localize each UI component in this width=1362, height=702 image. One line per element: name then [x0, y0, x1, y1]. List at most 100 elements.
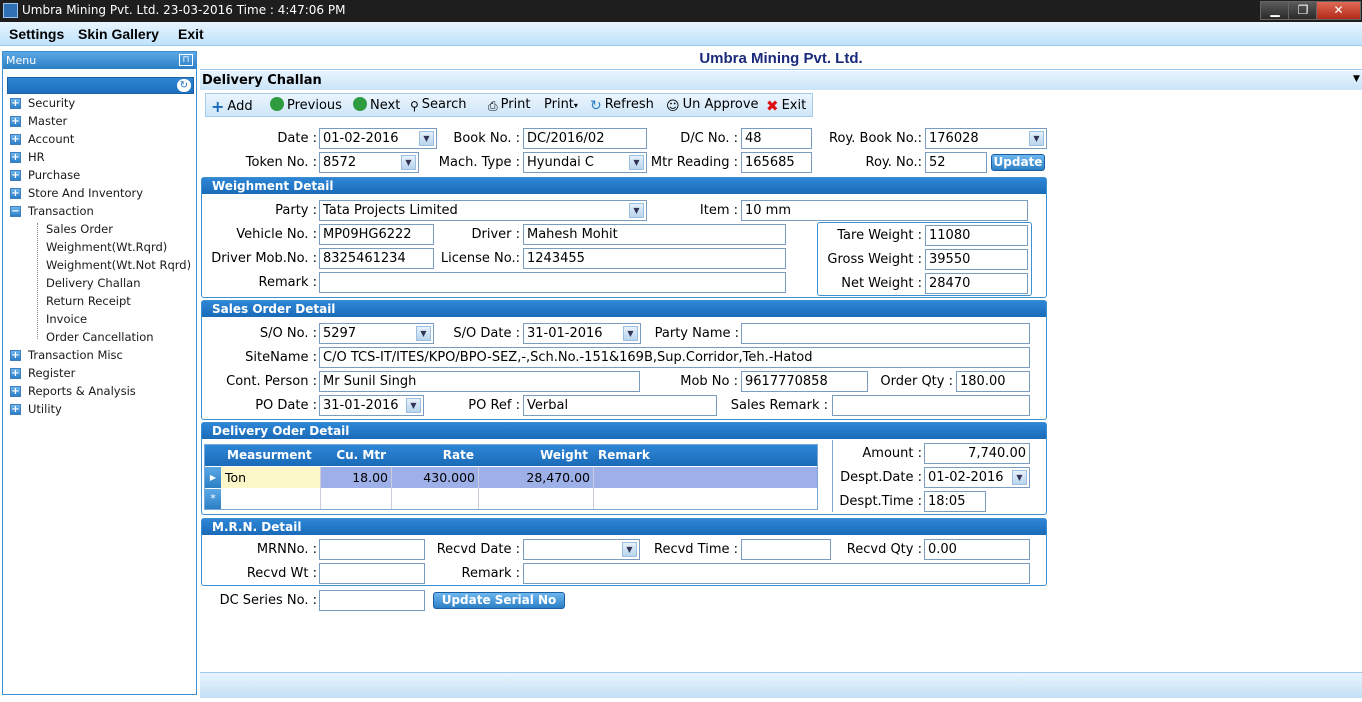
- sidebar-item-hr[interactable]: HR: [28, 150, 45, 164]
- mrn-no-field[interactable]: [319, 539, 425, 560]
- remark-field[interactable]: [319, 272, 786, 293]
- expand-icon[interactable]: +: [10, 188, 21, 199]
- amount-field[interactable]: 7,740.00: [924, 443, 1030, 464]
- pin-icon[interactable]: ⊓: [179, 54, 193, 66]
- cont-person-field[interactable]: Mr Sunil Singh: [319, 371, 640, 392]
- tare-weight-field[interactable]: 11080: [925, 225, 1028, 246]
- book-no-field[interactable]: DC/2016/02: [523, 128, 647, 149]
- expand-icon[interactable]: +: [10, 368, 21, 379]
- item-field[interactable]: 10 mm: [741, 200, 1028, 221]
- sidebar-item-register[interactable]: Register: [28, 366, 75, 380]
- search-button[interactable]: ⚲ Search: [410, 97, 466, 113]
- recvd-qty-field[interactable]: 0.00: [924, 539, 1030, 560]
- net-weight-field[interactable]: 28470: [925, 273, 1028, 294]
- expand-icon[interactable]: +: [10, 170, 21, 181]
- minimize-button[interactable]: ▁: [1260, 1, 1290, 20]
- recvd-wt-field[interactable]: [319, 563, 425, 584]
- search-icon[interactable]: ↻: [177, 79, 191, 92]
- roy-no-field[interactable]: 52: [925, 152, 987, 173]
- exit-button[interactable]: ✖ Exit: [766, 97, 806, 115]
- sidebar-item-reports-analysis[interactable]: Reports & Analysis: [28, 384, 136, 398]
- sidebar-item-master[interactable]: Master: [28, 114, 67, 128]
- order-qty-field[interactable]: 180.00: [956, 371, 1030, 392]
- dropdown-icon[interactable]: ▼: [406, 398, 421, 413]
- expand-icon[interactable]: +: [10, 134, 21, 145]
- vehicle-no-field[interactable]: MP09HG6222: [319, 224, 434, 245]
- roy-book-no-field[interactable]: 176028 ▼: [925, 128, 1047, 149]
- menu-exit[interactable]: Exit: [178, 26, 204, 42]
- sidebar-item-transaction[interactable]: Transaction: [28, 204, 94, 218]
- so-date-field[interactable]: 31-01-2016 ▼: [523, 323, 641, 344]
- sidebar-item-order-cancellation[interactable]: Order Cancellation: [46, 330, 154, 344]
- site-name-field[interactable]: C/O TCS-IT/ITES/KPO/BPO-SEZ,-,Sch.No.-15…: [319, 347, 1030, 368]
- dropdown-icon[interactable]: ▼: [1029, 131, 1044, 146]
- collapse-icon[interactable]: −: [10, 206, 21, 217]
- dropdown-icon[interactable]: ▼: [419, 131, 434, 146]
- close-button[interactable]: ✕: [1316, 1, 1361, 20]
- expand-icon[interactable]: +: [10, 404, 21, 415]
- sidebar-item-utility[interactable]: Utility: [28, 402, 62, 416]
- cell-rate[interactable]: 430.000: [392, 467, 478, 488]
- driver-mob-field[interactable]: 8325461234: [319, 248, 434, 269]
- dropdown-icon[interactable]: ▼: [1012, 470, 1027, 485]
- column-header-measurment[interactable]: Measurment: [225, 445, 319, 466]
- dropdown-icon[interactable]: ▼: [416, 326, 431, 341]
- despt-date-field[interactable]: 01-02-2016 ▼: [924, 467, 1030, 488]
- po-ref-field[interactable]: Verbal: [523, 395, 717, 416]
- column-header-remark[interactable]: Remark: [594, 445, 816, 466]
- cell-weight[interactable]: 28,470.00: [479, 467, 593, 488]
- sidebar-item-weighment-wt-not-rqrd[interactable]: Weighment(Wt.Not Rqrd): [46, 258, 191, 272]
- cell-remark[interactable]: [594, 467, 816, 488]
- sidebar-item-sales-order[interactable]: Sales Order: [46, 222, 113, 236]
- column-header-weight[interactable]: Weight: [479, 445, 591, 466]
- update-button[interactable]: Update: [991, 154, 1045, 171]
- dropdown-icon[interactable]: ▼: [629, 155, 644, 170]
- dc-no-field[interactable]: 48: [741, 128, 812, 149]
- expand-icon[interactable]: +: [10, 386, 21, 397]
- recvd-date-field[interactable]: ▼: [523, 539, 640, 560]
- mach-type-field[interactable]: Hyundai C ▼: [523, 152, 647, 173]
- dropdown-icon[interactable]: ▼: [401, 155, 416, 170]
- license-no-field[interactable]: 1243455: [523, 248, 786, 269]
- driver-field[interactable]: Mahesh Mohit: [523, 224, 786, 245]
- sidebar-item-security[interactable]: Security: [28, 96, 75, 110]
- expand-icon[interactable]: +: [10, 116, 21, 127]
- dropdown-icon[interactable]: ▼: [629, 203, 644, 218]
- party-field[interactable]: Tata Projects Limited ▼: [319, 200, 647, 221]
- mtr-reading-field[interactable]: 165685: [741, 152, 812, 173]
- party-name-field[interactable]: [741, 323, 1030, 344]
- sidebar-item-invoice[interactable]: Invoice: [46, 312, 87, 326]
- expand-icon[interactable]: +: [10, 98, 21, 109]
- mob-no-field[interactable]: 9617770858: [741, 371, 868, 392]
- sales-remark-field[interactable]: [832, 395, 1030, 416]
- refresh-button[interactable]: ↻ Refresh: [590, 97, 654, 114]
- sidebar-search-input[interactable]: ↻: [7, 77, 194, 94]
- despt-time-field[interactable]: 18:05: [924, 491, 986, 512]
- add-button[interactable]: + Add: [211, 97, 253, 116]
- print-button[interactable]: ⎙ Print: [488, 97, 531, 113]
- expand-icon[interactable]: +: [10, 152, 21, 163]
- expand-icon[interactable]: +: [10, 350, 21, 361]
- sidebar-item-return-receipt[interactable]: Return Receipt: [46, 294, 131, 308]
- sidebar-item-store-inventory[interactable]: Store And Inventory: [28, 186, 143, 200]
- gross-weight-field[interactable]: 39550: [925, 249, 1028, 270]
- chevron-down-icon[interactable]: ▼: [1353, 74, 1360, 84]
- date-field[interactable]: 01-02-2016 ▼: [319, 128, 437, 149]
- unapprove-button[interactable]: ☺ Un Approve: [666, 97, 759, 114]
- menu-settings[interactable]: Settings: [9, 26, 64, 42]
- menu-skin-gallery[interactable]: Skin Gallery: [78, 26, 159, 42]
- sidebar-item-delivery-challan[interactable]: Delivery Challan: [46, 276, 140, 290]
- so-no-field[interactable]: 5297 ▼: [319, 323, 434, 344]
- sidebar-item-purchase[interactable]: Purchase: [28, 168, 80, 182]
- dropdown-icon[interactable]: ▼: [623, 326, 638, 341]
- update-serial-no-button[interactable]: Update Serial No: [433, 592, 565, 609]
- dc-series-field[interactable]: [319, 590, 425, 611]
- cell-measurment[interactable]: Ton: [221, 467, 320, 488]
- dropdown-icon[interactable]: ▼: [622, 542, 637, 557]
- new-row-indicator[interactable]: *: [205, 489, 221, 509]
- column-header-cu-mtr[interactable]: Cu. Mtr: [321, 445, 389, 466]
- sidebar-item-transaction-misc[interactable]: Transaction Misc: [28, 348, 123, 362]
- row-indicator-icon[interactable]: ▶: [205, 467, 221, 488]
- recvd-time-field[interactable]: [741, 539, 831, 560]
- token-no-field[interactable]: 8572 ▼: [319, 152, 419, 173]
